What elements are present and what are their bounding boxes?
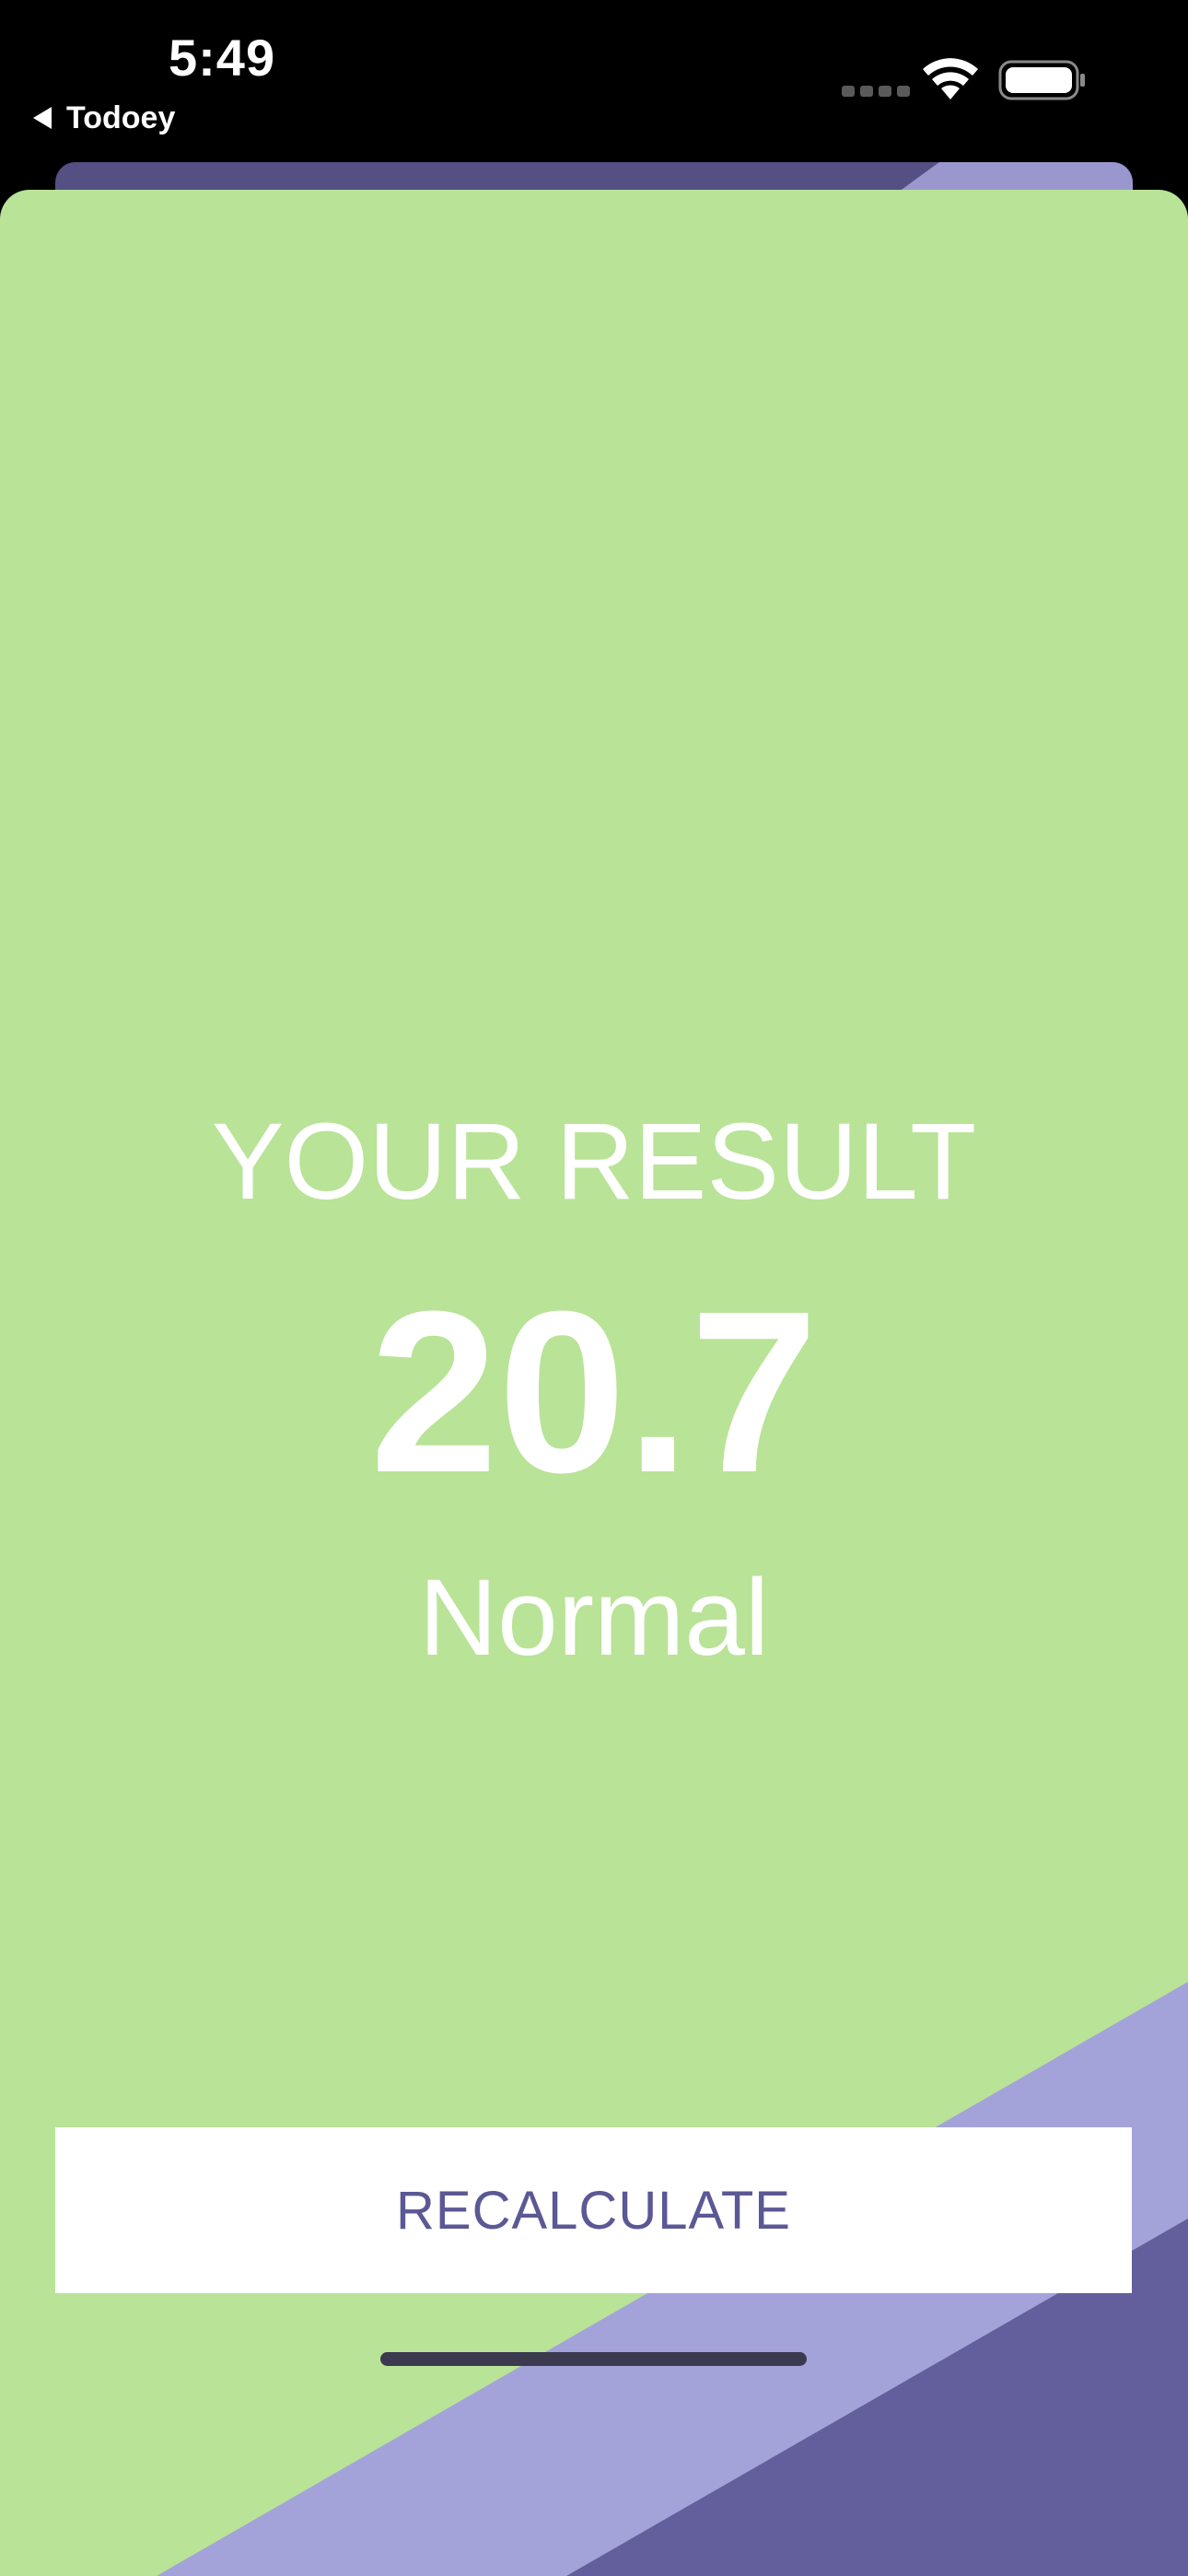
result-title: YOUR RESULT [211, 1101, 977, 1223]
back-app-label: Todoey [66, 100, 176, 135]
screen: 5:49 Todoey YOUR RESULT 20.7 Normal RECA… [0, 0, 1188, 2576]
signal-dots-icon [842, 86, 910, 97]
back-to-app-link[interactable]: Todoey [33, 94, 175, 142]
back-arrow-icon [33, 107, 52, 129]
status-time: 5:49 [169, 29, 276, 87]
wifi-icon [923, 58, 978, 100]
home-indicator [380, 2352, 807, 2366]
recalculate-button[interactable]: RECALCULATE [55, 2127, 1132, 2293]
battery-icon [998, 60, 1085, 100]
result-sheet: YOUR RESULT 20.7 Normal RECALCULATE [0, 190, 1188, 2576]
bmi-category: Normal [418, 1557, 770, 1679]
bmi-value: 20.7 [369, 1263, 819, 1520]
